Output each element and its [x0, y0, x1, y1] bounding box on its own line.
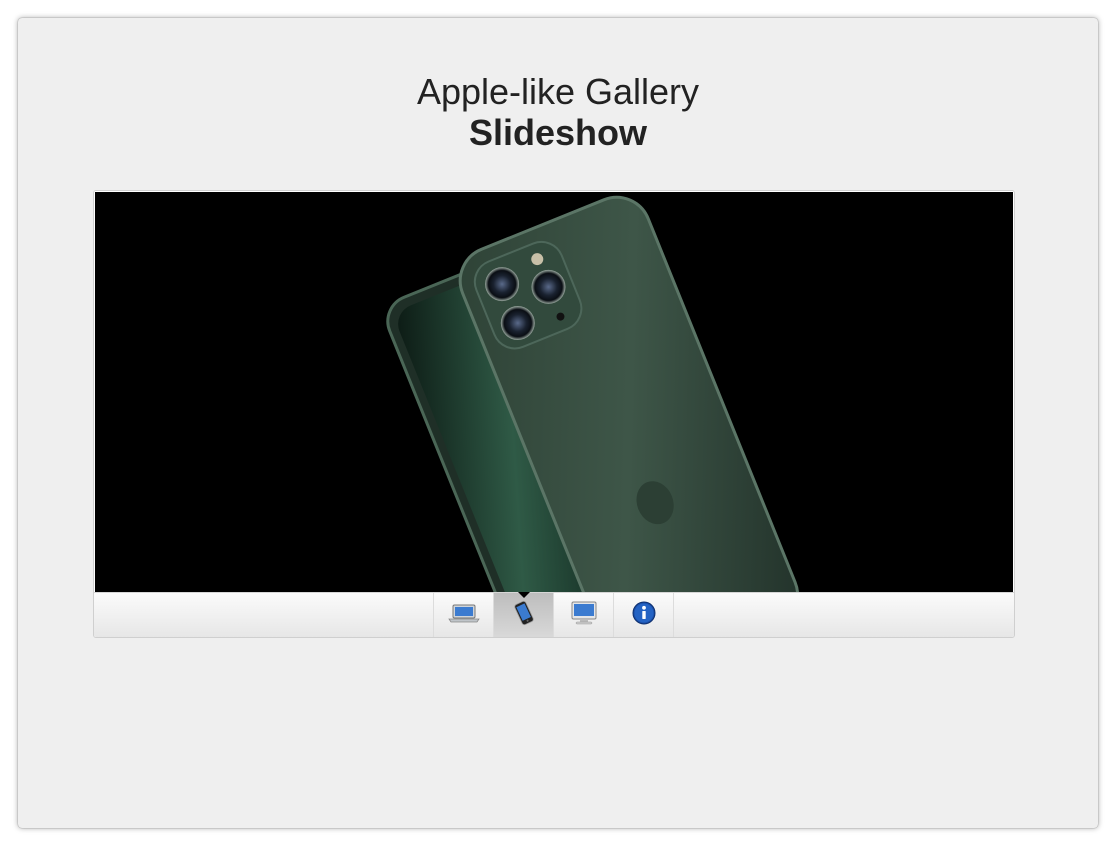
title-line-1: Apple-like Gallery [416, 71, 700, 112]
thumbnail-list [433, 592, 674, 637]
thumbnail-info[interactable] [614, 593, 674, 637]
phone-icon [513, 600, 535, 631]
page-title: Apple-like Gallery Slideshow [18, 72, 1098, 154]
thumbnail-laptop[interactable] [434, 593, 494, 637]
laptop-icon [447, 603, 480, 628]
thumbnail-desktop[interactable] [554, 593, 614, 637]
desktop-monitor-icon [570, 600, 598, 631]
thumbnail-bar [94, 592, 1014, 637]
gallery-slideshow [93, 190, 1015, 638]
thumbnail-phone[interactable] [494, 592, 554, 637]
active-indicator-arrow [518, 592, 530, 598]
current-slide-image [95, 192, 1013, 592]
app-window: Apple-like Gallery Slideshow [18, 18, 1098, 828]
phone-photo [386, 195, 799, 592]
info-icon [632, 601, 656, 630]
title-line-2: Slideshow [468, 112, 648, 153]
